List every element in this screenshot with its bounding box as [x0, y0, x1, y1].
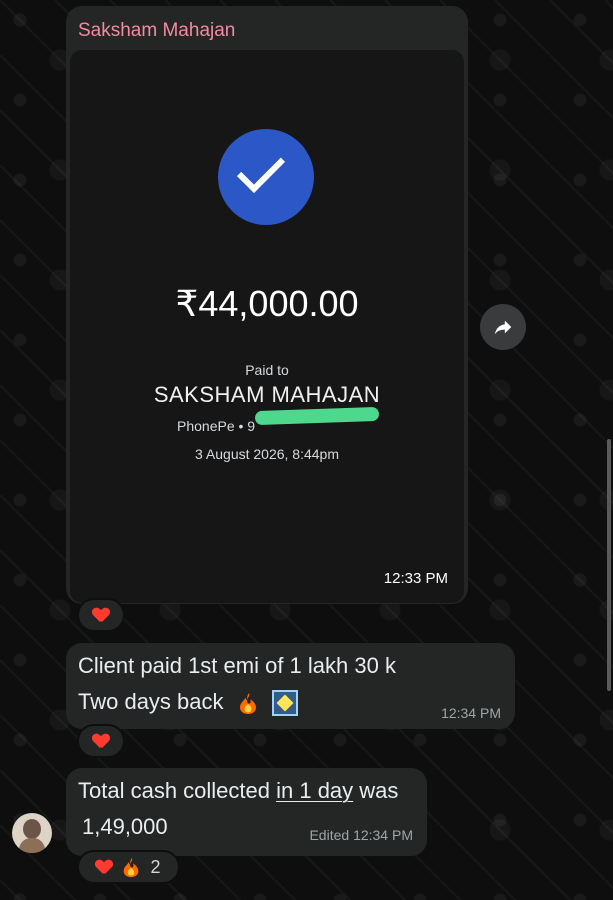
message-line-1: Client paid 1st emi of 1 lakh 30 k: [78, 653, 396, 678]
sparkle-icon: [271, 690, 298, 717]
heart-icon: [96, 860, 112, 874]
success-check-icon: [218, 129, 314, 225]
message-line-1-suffix: was: [353, 778, 399, 803]
fire-icon: [239, 693, 256, 715]
heart-icon: [93, 734, 109, 748]
payee-name: SAKSHAM MAHAJAN: [153, 382, 381, 407]
message-line-2-text: Two days back: [78, 689, 224, 714]
payment-amount: ₹44,000.00: [175, 283, 359, 324]
forward-icon: [494, 320, 512, 335]
reaction-heart[interactable]: [77, 598, 125, 632]
message-time: 12:34 PM: [353, 827, 413, 843]
message-line-1: Total cash collected in 1 day was: [78, 778, 398, 804]
scrollbar[interactable]: [607, 439, 611, 691]
reaction-count: 2: [150, 856, 161, 877]
sender-name: Saksham Mahajan: [78, 20, 236, 41]
message-time: 12:34 PM: [441, 705, 501, 721]
message-line-2: 1,49,000: [82, 814, 168, 839]
message-line-2: Two days back: [78, 689, 298, 717]
forward-button[interactable]: [480, 304, 526, 350]
message-line-1-prefix: Total cash collected: [78, 778, 277, 803]
payment-date: 3 August 2026, 8:44pm: [195, 446, 339, 462]
payment-receipt-image[interactable]: ₹44,000.00 Paid to SAKSHAM MAHAJAN Phone…: [70, 50, 464, 603]
cash-collected-message[interactable]: Total cash collected in 1 day was 1,49,0…: [66, 768, 427, 856]
client-payment-message[interactable]: Client paid 1st emi of 1 lakh 30 k Two d…: [66, 643, 515, 729]
heart-icon: [93, 608, 109, 622]
fire-icon: [124, 857, 139, 878]
reaction-heart[interactable]: [77, 724, 125, 758]
reaction-summary[interactable]: 2: [77, 850, 180, 884]
edited-label: Edited: [309, 827, 350, 843]
message-link-text[interactable]: in 1 day: [276, 778, 353, 803]
paid-to-label: Paid to: [245, 362, 289, 378]
message-time: 12:33 PM: [383, 570, 448, 587]
redaction-mark: [254, 406, 380, 426]
upi-text: PhonePe • 9: [177, 418, 256, 434]
message-status-time: Edited 12:34 PM: [309, 827, 413, 843]
payment-receipt-message[interactable]: Saksham Mahajan ₹44,000.00 Paid to SAKSH…: [66, 6, 468, 604]
avatar[interactable]: [12, 813, 52, 853]
